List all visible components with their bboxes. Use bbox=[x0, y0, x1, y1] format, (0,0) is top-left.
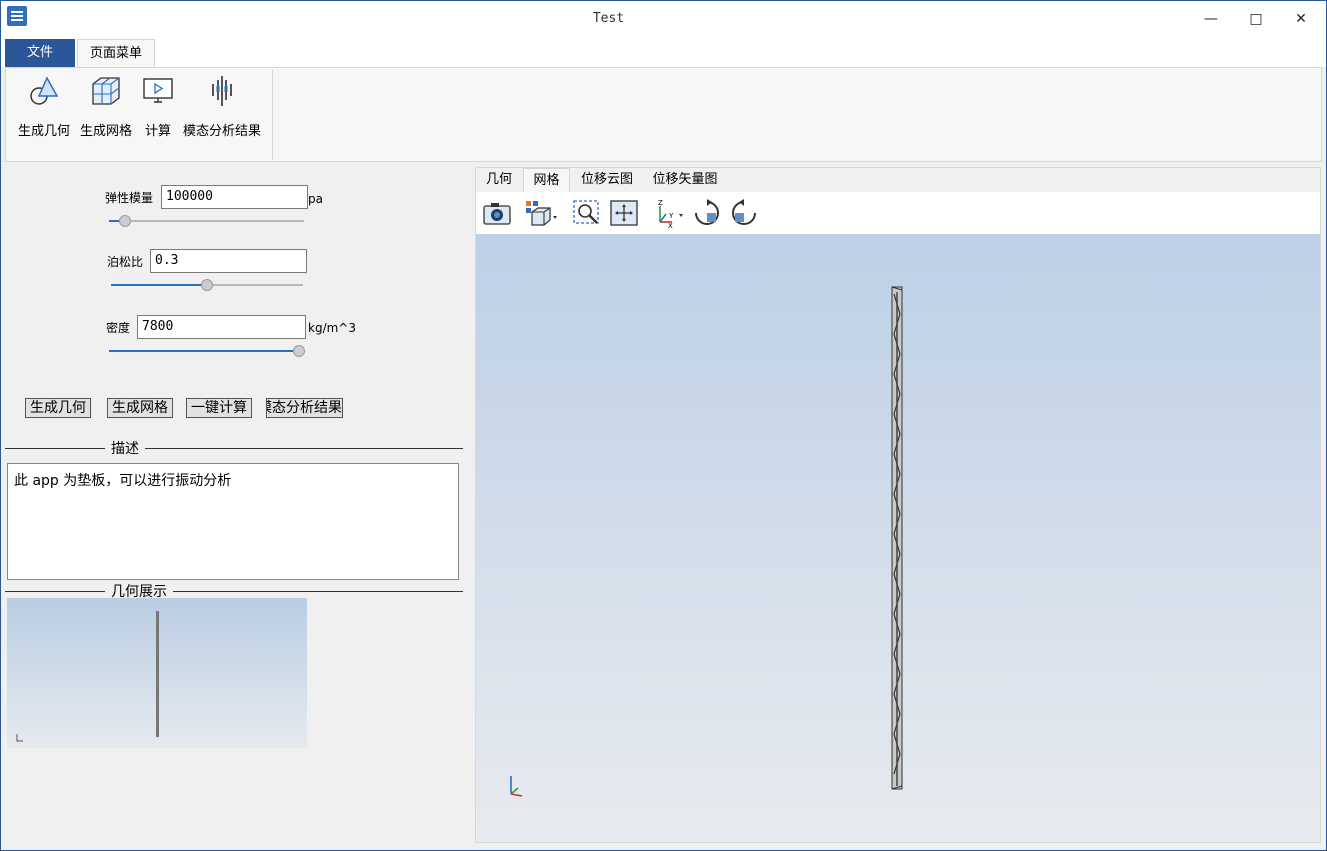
rotate-ccw-icon[interactable] bbox=[729, 198, 759, 228]
title-bar: Test — □ ✕ bbox=[1, 1, 1326, 37]
tab-mesh[interactable]: 网格 bbox=[523, 168, 570, 192]
preview-divider bbox=[5, 591, 463, 592]
preview-axes-icon bbox=[16, 734, 23, 742]
one-click-compute-button[interactable]: 一键计算 bbox=[186, 398, 252, 418]
density-input[interactable]: 7800 bbox=[137, 315, 306, 339]
maximize-button[interactable]: □ bbox=[1241, 7, 1271, 31]
view-mode-icon[interactable] bbox=[524, 198, 560, 228]
density-unit: kg/m^3 bbox=[308, 321, 356, 335]
poisson-ratio-label: 泊松比 bbox=[107, 255, 144, 269]
description-divider bbox=[5, 448, 463, 449]
preview-model-rod bbox=[156, 611, 159, 737]
svg-text:Z: Z bbox=[658, 199, 663, 207]
tab-page-menu[interactable]: 页面菜单 bbox=[77, 39, 155, 68]
ribbon-generate-mesh-button[interactable]: 生成网格 bbox=[78, 74, 134, 139]
ribbon-label: 生成几何 bbox=[17, 124, 70, 139]
tab-displacement-vector[interactable]: 位移矢量图 bbox=[648, 168, 722, 192]
slider-thumb[interactable] bbox=[118, 215, 131, 227]
minimize-button[interactable]: — bbox=[1196, 7, 1226, 31]
view-toolbar: Z Y X bbox=[476, 192, 1320, 234]
svg-text:Y: Y bbox=[668, 212, 674, 220]
ribbon-generate-geometry-button[interactable]: 生成几何 bbox=[16, 74, 72, 139]
density-label: 密度 bbox=[106, 321, 131, 335]
elastic-modulus-unit: pa bbox=[308, 192, 323, 206]
description-textbox[interactable]: 此 app 为垫板，可以进行振动分析 bbox=[7, 463, 459, 580]
elastic-modulus-label: 弹性模量 bbox=[105, 191, 154, 205]
ribbon-compute-button[interactable]: 计算 bbox=[140, 74, 176, 139]
viewport-axes-icon bbox=[510, 776, 523, 797]
3d-viewport[interactable] bbox=[476, 234, 1320, 842]
compute-icon bbox=[143, 78, 173, 103]
tab-geometry[interactable]: 几何 bbox=[480, 168, 518, 192]
ribbon-label: 模态分析结果 bbox=[182, 124, 261, 139]
slider-thumb[interactable] bbox=[201, 279, 213, 291]
density-slider[interactable] bbox=[109, 345, 305, 357]
rotate-cw-icon[interactable] bbox=[692, 198, 722, 228]
tab-displacement-contour[interactable]: 位移云图 bbox=[576, 168, 638, 192]
elastic-modulus-slider[interactable] bbox=[109, 215, 304, 227]
camera-icon[interactable] bbox=[482, 198, 512, 228]
modal-result-button[interactable]: 模态分析结果 bbox=[266, 398, 343, 418]
ribbon-label: 计算 bbox=[144, 124, 171, 139]
mesh-icon bbox=[92, 77, 120, 105]
generate-geometry-button[interactable]: 生成几何 bbox=[25, 398, 91, 418]
geometry-icon bbox=[30, 76, 59, 105]
generate-mesh-button[interactable]: 生成网格 bbox=[107, 398, 173, 418]
svg-text:X: X bbox=[668, 222, 673, 228]
tab-file[interactable]: 文件 bbox=[5, 39, 75, 67]
geometry-preview[interactable] bbox=[7, 598, 307, 748]
ribbon: 生成几何 生成网格 计算 模态分析结果 bbox=[5, 67, 1322, 162]
elastic-modulus-input[interactable]: 100000 bbox=[161, 185, 308, 209]
fit-view-icon[interactable] bbox=[609, 198, 639, 228]
slider-thumb[interactable] bbox=[293, 345, 305, 357]
zoom-box-icon[interactable] bbox=[572, 198, 602, 228]
window-title: Test bbox=[592, 11, 625, 26]
mesh-model-svg bbox=[510, 286, 903, 797]
main-window: Test — □ ✕ 文件 页面菜单 生成几何 生成网格 计算 模态分析结果 弹… bbox=[0, 0, 1327, 851]
ribbon-label: 生成网格 bbox=[79, 124, 132, 139]
poisson-ratio-slider[interactable] bbox=[111, 279, 303, 291]
mesh-model bbox=[891, 286, 903, 790]
description-title: 描述 bbox=[105, 438, 145, 458]
poisson-ratio-input[interactable]: 0.3 bbox=[150, 249, 307, 273]
preview-model-svg bbox=[16, 611, 159, 742]
menu-bar: 文件 页面菜单 bbox=[1, 37, 1326, 68]
close-button[interactable]: ✕ bbox=[1286, 7, 1316, 31]
ribbon-separator bbox=[272, 70, 273, 160]
modal-result-icon bbox=[212, 76, 232, 106]
parameter-panel: 弹性模量 100000 pa 泊松比 0.3 密度 7800 kg/m^3 生成… bbox=[5, 165, 471, 849]
axes-icon[interactable]: Z Y X bbox=[652, 198, 686, 228]
view-panel: 几何 网格 位移云图 位移矢量图 Z Y X bbox=[475, 167, 1321, 843]
ribbon-modal-result-button[interactable]: 模态分析结果 bbox=[182, 74, 262, 139]
